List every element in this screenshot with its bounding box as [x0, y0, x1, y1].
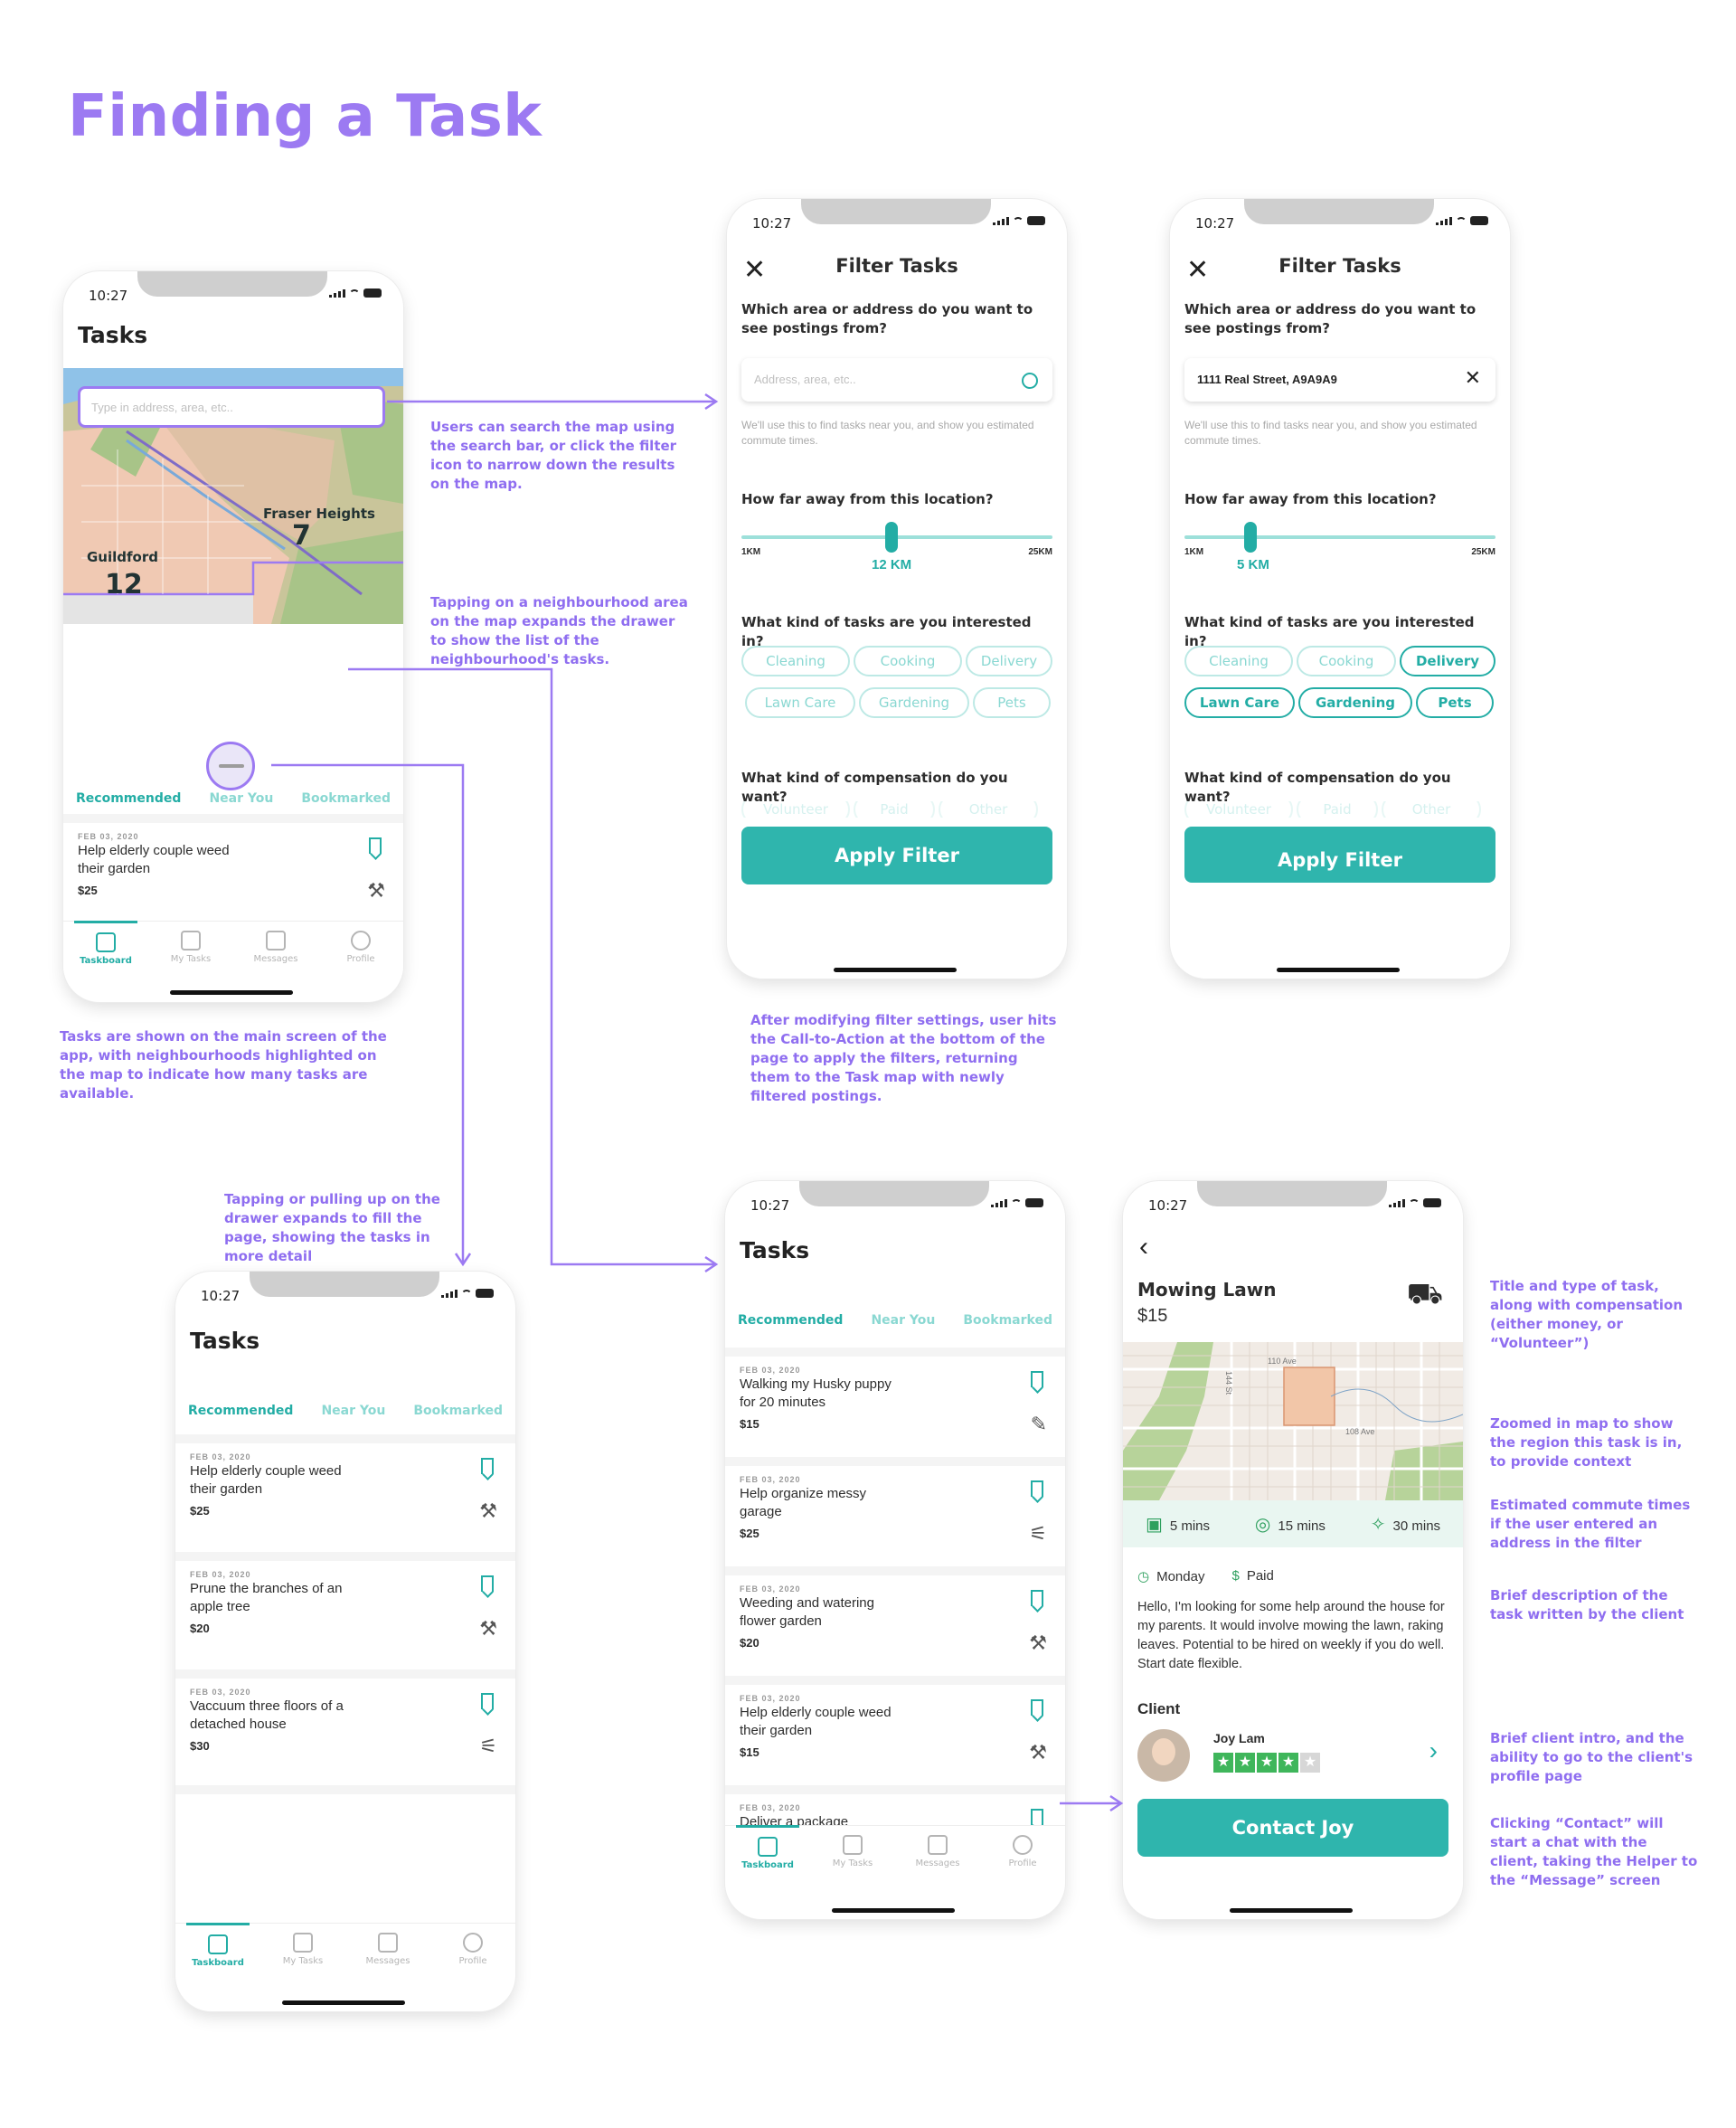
flow-arrows [271, 392, 1124, 1812]
